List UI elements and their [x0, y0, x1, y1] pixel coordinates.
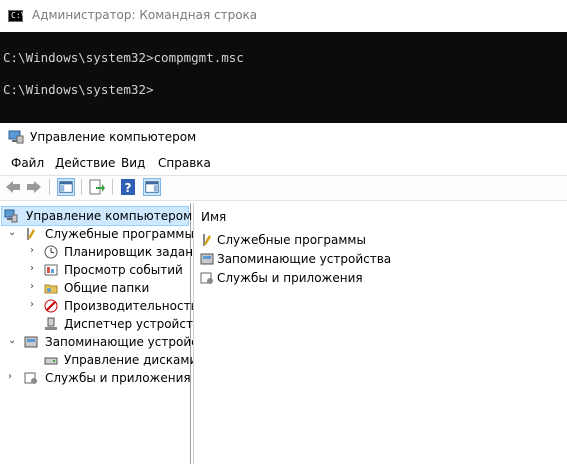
toolbar-separator	[81, 179, 82, 195]
tree-label: Общие папки	[64, 281, 150, 295]
show-hide-console-tree-icon[interactable]	[57, 178, 75, 196]
computer-management-icon	[8, 130, 24, 144]
tree-item-storage[interactable]: ⌄ Запоминающие устройст	[0, 333, 205, 351]
tree-item-system-tools[interactable]: ⌄ Служебные программы	[0, 225, 194, 243]
forward-arrow-icon[interactable]	[25, 178, 43, 196]
toolbar-separator	[112, 179, 113, 195]
tree-label: Управление компьютером (л	[26, 209, 209, 223]
tree-item-performance[interactable]: › Производительность	[0, 297, 198, 315]
menu-action[interactable]: Действие	[55, 156, 115, 170]
chevron-right-icon[interactable]: ›	[8, 372, 16, 382]
chevron-right-icon[interactable]: ›	[30, 264, 38, 274]
chevron-right-icon[interactable]: ›	[30, 300, 38, 310]
cmd-line-1: C:\Windows\system32>compmgmt.msc	[3, 50, 244, 65]
event-viewer-icon	[44, 264, 58, 276]
tree-item-event-viewer[interactable]: › Просмотр событий	[0, 261, 190, 279]
cmd-console[interactable]	[0, 32, 567, 123]
tree-label: Службы и приложения	[45, 371, 191, 385]
tree-label: Просмотр событий	[64, 263, 183, 277]
help-icon[interactable]: ?	[119, 178, 137, 196]
cmd-window-title: Администратор: Командная строка	[32, 8, 258, 22]
show-hide-action-pane-icon[interactable]	[143, 178, 161, 196]
toolbar-separator	[49, 179, 50, 195]
tree-item-computer-management[interactable]: Управление компьютером (л	[1, 206, 208, 226]
clock-icon	[44, 245, 58, 259]
menu-help[interactable]: Справка	[158, 156, 211, 170]
list-item-label: Служебные программы	[217, 233, 366, 247]
tools-icon	[27, 228, 35, 240]
services-icon	[24, 372, 37, 384]
storage-icon	[24, 336, 38, 348]
export-list-icon[interactable]	[88, 178, 106, 196]
services-icon	[200, 272, 213, 284]
storage-icon	[200, 253, 214, 265]
tools-icon	[203, 234, 211, 246]
performance-icon	[44, 299, 58, 313]
back-arrow-icon[interactable]	[4, 178, 22, 196]
tree-label: Планировщик заданий	[64, 245, 209, 259]
mmc-window-title: Управление компьютером	[30, 130, 197, 144]
cmd-line-2: C:\Windows\system32>	[3, 82, 154, 97]
list-item-label: Запоминающие устройства	[217, 252, 392, 266]
chevron-right-icon[interactable]: ›	[30, 246, 38, 256]
tree-label: Служебные программы	[45, 227, 194, 241]
tree-item-task-scheduler[interactable]: › Планировщик заданий	[0, 243, 209, 261]
device-manager-icon	[45, 317, 57, 330]
chevron-right-icon[interactable]: ›	[30, 282, 38, 292]
menu-file[interactable]: Файл	[11, 156, 44, 170]
tree-item-services-apps[interactable]: › Службы и приложения	[0, 369, 191, 387]
tree-label: Производительность	[64, 299, 198, 313]
svg-text:?: ?	[125, 181, 132, 195]
tree-label: Диспетчер устройств	[64, 317, 201, 331]
computer-management-icon	[4, 209, 18, 223]
cmd-app-icon: C:\	[8, 10, 25, 22]
tree-item-device-manager[interactable]: Диспетчер устройств	[0, 315, 200, 333]
chevron-down-icon[interactable]: ⌄	[8, 228, 16, 238]
shared-folder-icon	[44, 284, 58, 294]
disk-management-icon	[44, 357, 58, 365]
name-column-header[interactable]: Имя	[201, 210, 226, 224]
tree-label: Управление дисками	[64, 353, 198, 367]
tree-item-shared-folders[interactable]: › Общие папки	[0, 279, 190, 297]
chevron-down-icon[interactable]: ⌄	[8, 336, 16, 346]
tree-item-disk-management[interactable]: Управление дисками	[0, 351, 197, 369]
toolbar	[0, 175, 567, 201]
tree-label: Запоминающие устройст	[45, 335, 205, 349]
list-item-label: Службы и приложения	[217, 271, 363, 285]
menu-view[interactable]: Вид	[121, 156, 145, 170]
